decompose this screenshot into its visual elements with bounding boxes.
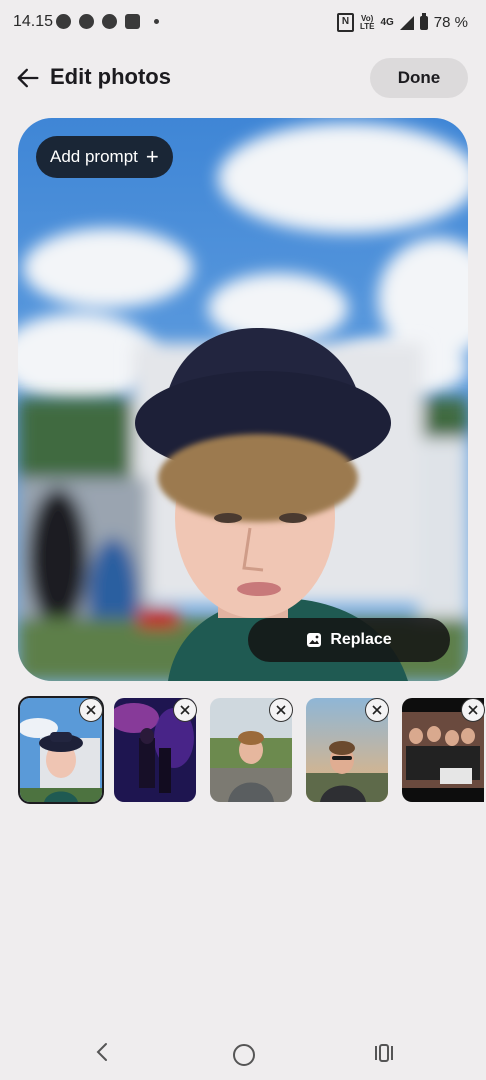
battery-icon [419,12,428,30]
signal-icon [399,15,414,30]
remove-photo-3-button[interactable] [269,698,293,722]
close-icon [180,705,190,715]
network-type: 4G [380,16,394,28]
messenger-icon [79,14,94,29]
status-indicators: N Vo) LTE 4G 78 % [336,12,468,32]
more-notifications-dot [154,19,159,24]
back-arrow-icon[interactable] [14,64,42,92]
add-prompt-label: Add prompt [50,147,138,166]
close-icon [276,705,286,715]
chat-icon [56,14,71,29]
close-icon [86,705,96,715]
replace-button[interactable]: Replace [248,618,450,662]
done-button[interactable]: Done [370,58,468,98]
close-icon [468,705,478,715]
photo-thumbnail-strip [18,698,486,804]
battery-percent: 78 % [433,14,468,31]
remove-photo-5-button[interactable] [461,698,485,722]
app-icon [102,14,117,29]
close-icon [372,705,382,715]
nav-home-icon[interactable] [233,1044,255,1066]
top-app-bar: Edit photos Done [0,56,486,100]
status-time: 14.15 [13,13,54,30]
volte-indicator: Vo) LTE [359,13,375,31]
replace-label: Replace [330,631,392,648]
plus-icon: + [145,144,159,169]
nav-back-icon[interactable] [94,1042,110,1062]
notification-icons [56,14,159,29]
remove-photo-4-button[interactable] [365,698,389,722]
remove-photo-1-button[interactable] [79,698,103,722]
nav-recents-icon[interactable] [374,1044,394,1062]
image-icon [307,633,322,647]
add-prompt-button[interactable]: Add prompt + [36,136,173,178]
remove-photo-2-button[interactable] [173,698,197,722]
nfc-icon: N [336,13,354,32]
status-bar: 14.15 N Vo) LTE 4G 78 % [0,0,486,46]
main-photo-image [18,118,468,681]
system-navigation-bar [0,1030,486,1080]
card-icon [125,14,140,29]
page-title: Edit photos [50,64,171,89]
main-photo[interactable]: Add prompt + Replace [18,118,468,681]
